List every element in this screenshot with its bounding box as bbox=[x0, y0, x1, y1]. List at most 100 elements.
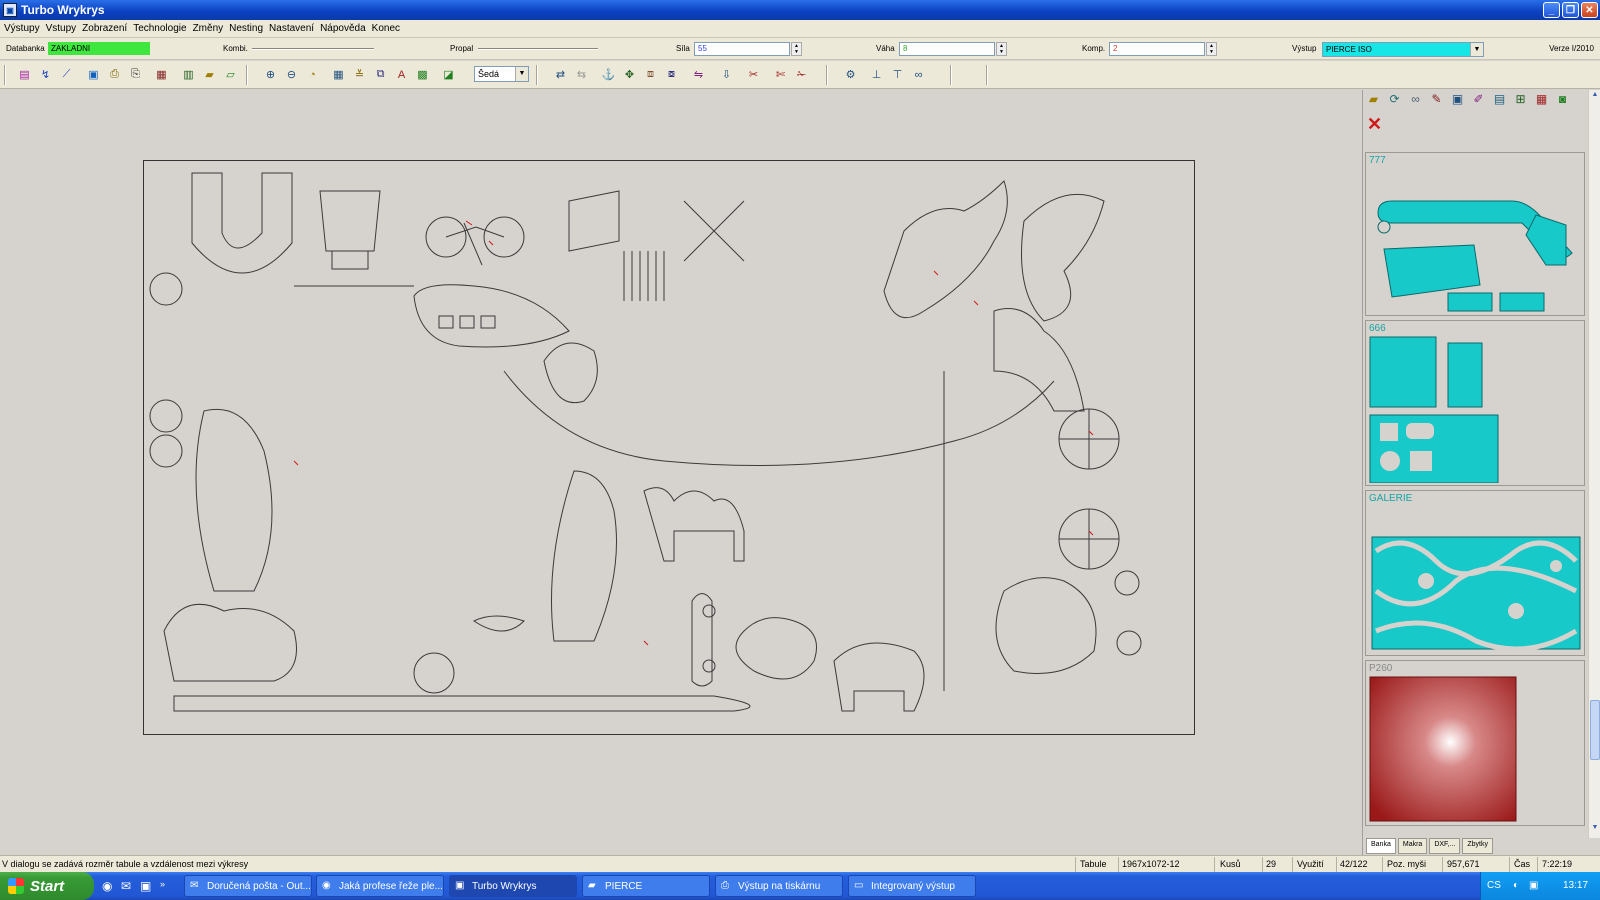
bridge-icon[interactable]: ∞ bbox=[910, 66, 927, 83]
sila-spinner[interactable]: ▲ ▼ bbox=[791, 42, 802, 56]
browser-icon[interactable]: ◉ bbox=[102, 879, 112, 893]
lead-in-icon[interactable]: ⊥ bbox=[868, 66, 885, 83]
sila-field[interactable]: 55 bbox=[694, 42, 790, 56]
chart-icon[interactable]: ⟋ bbox=[58, 66, 75, 83]
komp-spinner[interactable]: ▲ ▼ bbox=[1206, 42, 1217, 56]
scroll-thumb[interactable] bbox=[1590, 700, 1600, 760]
glasses-icon[interactable]: ∞ bbox=[1407, 92, 1424, 106]
menu-napoveda[interactable]: Nápověda bbox=[320, 23, 372, 34]
brush-icon[interactable]: ✐ bbox=[1470, 92, 1487, 106]
save-icon[interactable]: ▣ bbox=[85, 66, 102, 83]
desktop-icon[interactable]: ▣ bbox=[140, 879, 151, 893]
part-fence bbox=[623, 251, 665, 301]
part-carriage-spokes bbox=[1059, 409, 1119, 569]
quicklaunch-expand-icon[interactable]: » bbox=[160, 879, 165, 889]
stack-icon[interactable]: ▤ bbox=[1491, 92, 1508, 106]
vystup-select[interactable]: PIERCE ISO ▼ bbox=[1322, 42, 1484, 57]
tray-app-icon[interactable]: ▣ bbox=[1529, 880, 1538, 891]
anchor-icon[interactable]: ⚓ bbox=[600, 66, 617, 83]
task-browser[interactable]: ◉ Jaká profese řeže ple... bbox=[316, 875, 444, 897]
menu-zobrazeni[interactable]: Zobrazení bbox=[82, 23, 133, 34]
close-icon[interactable]: ✕ bbox=[1367, 114, 1382, 135]
close-button[interactable]: ✕ bbox=[1581, 2, 1598, 18]
parts-icon[interactable]: ⧉ bbox=[372, 66, 389, 83]
align-icon[interactable]: ≚ bbox=[351, 66, 368, 83]
sort-icon[interactable]: ⇩ bbox=[718, 66, 735, 83]
kombi-slider[interactable] bbox=[252, 48, 374, 50]
tab-zbytky[interactable]: Zbytky bbox=[1462, 838, 1493, 854]
view-icon[interactable]: ▣ bbox=[1449, 92, 1466, 106]
vaha-field[interactable]: 8 bbox=[899, 42, 995, 56]
lead-out-icon[interactable]: ⊤ bbox=[889, 66, 906, 83]
scroll-up-icon[interactable]: ▲ bbox=[1590, 91, 1600, 101]
bank-card-777[interactable]: 777 bbox=[1365, 152, 1585, 316]
undo-icon[interactable]: ⇄ bbox=[552, 66, 569, 83]
menu-technologie[interactable]: Technologie bbox=[133, 23, 192, 34]
zoom-in-icon[interactable]: ⊕ bbox=[262, 66, 279, 83]
task-integrovany-vystup[interactable]: ▭ Integrovaný výstup bbox=[848, 875, 976, 897]
menu-vystupy[interactable]: Výstupy bbox=[4, 23, 46, 34]
menu-vstupy[interactable]: Vstupy bbox=[46, 23, 83, 34]
minimize-button[interactable]: _ bbox=[1543, 2, 1560, 18]
task-pierce[interactable]: ▰ PIERCE bbox=[582, 875, 710, 897]
menu-zmeny[interactable]: Změny bbox=[193, 23, 230, 34]
redo-icon[interactable]: ⇆ bbox=[573, 66, 590, 83]
outlook-icon[interactable]: ✉ bbox=[121, 879, 131, 893]
task-vystup-tiskarna[interactable]: ⎙ Výstup na tiskárnu bbox=[715, 875, 843, 897]
zoom-out-icon[interactable]: ⊖ bbox=[283, 66, 300, 83]
komp-field[interactable]: 2 bbox=[1109, 42, 1205, 56]
network-icon[interactable]: ◐ bbox=[1513, 880, 1519, 891]
fill-icon[interactable]: ◪ bbox=[440, 66, 457, 83]
open-folder-icon[interactable]: ▰ bbox=[201, 66, 218, 83]
panel-scrollbar[interactable]: ▲ ▼ bbox=[1588, 90, 1600, 838]
add-part-icon[interactable]: ⊞ bbox=[1512, 92, 1529, 106]
bank-icon[interactable]: ▦ bbox=[1533, 92, 1550, 106]
frame-icon[interactable]: ▩ bbox=[414, 66, 431, 83]
menu-nastaveni[interactable]: Nastavení bbox=[269, 23, 320, 34]
start-button[interactable]: Start bbox=[0, 872, 94, 900]
settings-icon[interactable]: ⚙ bbox=[842, 66, 859, 83]
tab-makra[interactable]: Makra bbox=[1397, 838, 1428, 854]
nest-icon[interactable]: ▦ bbox=[330, 66, 347, 83]
tab-dxf[interactable]: DXF,... bbox=[1429, 838, 1461, 854]
move-icon[interactable]: ✥ bbox=[621, 66, 638, 83]
propal-slider[interactable] bbox=[478, 48, 598, 50]
cut-remove-icon[interactable]: ✁ bbox=[793, 66, 810, 83]
chevron-down-icon[interactable]: ▼ bbox=[515, 67, 528, 81]
bank-card-galerie[interactable]: GALERIE bbox=[1365, 490, 1585, 656]
export-folder-icon[interactable]: ▱ bbox=[222, 66, 239, 83]
zoom-fit-icon[interactable]: ◔ bbox=[304, 66, 321, 83]
open-folder-icon[interactable]: ▰ bbox=[1365, 92, 1382, 106]
menu-nesting[interactable]: Nesting bbox=[229, 23, 269, 34]
language-indicator[interactable]: CS bbox=[1487, 880, 1501, 891]
copy-icon[interactable]: ⧈ bbox=[642, 66, 659, 83]
color-select[interactable]: Šedá ▼ bbox=[474, 66, 529, 82]
mirror-icon[interactable]: ⇋ bbox=[690, 66, 707, 83]
print-preview-icon[interactable]: ⎙ bbox=[106, 66, 123, 83]
part-bear bbox=[163, 603, 297, 682]
array-icon[interactable]: ⧇ bbox=[663, 66, 680, 83]
cut-icon[interactable]: ✂ bbox=[745, 66, 762, 83]
tab-banka[interactable]: Banka bbox=[1366, 838, 1396, 854]
vaha-spinner[interactable]: ▲ ▼ bbox=[996, 42, 1007, 56]
text-icon[interactable]: A bbox=[393, 66, 410, 83]
maximize-button[interactable]: ❐ bbox=[1562, 2, 1579, 18]
camera-icon[interactable]: ◙ bbox=[1554, 92, 1571, 106]
refresh-icon[interactable]: ⟳ bbox=[1386, 92, 1403, 106]
bank-card-p260[interactable]: P260 bbox=[1365, 660, 1585, 826]
import-icon[interactable]: ↯ bbox=[37, 66, 54, 83]
task-turbo-wrykrys[interactable]: ▣ Turbo Wrykrys bbox=[449, 875, 577, 897]
grid-icon[interactable]: ▦ bbox=[153, 66, 170, 83]
edit-icon[interactable]: ✎ bbox=[1428, 92, 1445, 106]
scroll-down-icon[interactable]: ▼ bbox=[1590, 824, 1600, 834]
nesting-sheet[interactable] bbox=[143, 160, 1195, 735]
print-icon[interactable]: ⎘ bbox=[127, 66, 144, 83]
chevron-down-icon[interactable]: ▼ bbox=[1470, 43, 1483, 56]
databanka-field[interactable]: ZAKLADNI bbox=[48, 42, 150, 55]
bank-card-666[interactable]: 666 bbox=[1365, 320, 1585, 486]
sheet-icon[interactable]: ▥ bbox=[180, 66, 197, 83]
task-outlook[interactable]: ✉ Doručená pošta - Out... bbox=[184, 875, 312, 897]
cut-sheet-icon[interactable]: ✄ bbox=[772, 66, 789, 83]
database-icon[interactable]: ▤ bbox=[16, 66, 33, 83]
menu-konec[interactable]: Konec bbox=[372, 23, 406, 34]
